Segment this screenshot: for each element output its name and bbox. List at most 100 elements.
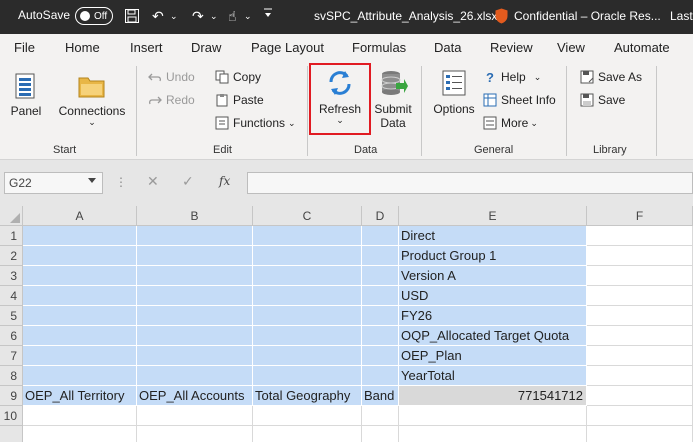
cell[interactable] <box>137 266 253 286</box>
cell[interactable] <box>23 326 137 346</box>
cell[interactable] <box>399 406 587 426</box>
connections-button[interactable]: Connections ⌄ <box>56 72 128 127</box>
save-icon[interactable] <box>124 8 140 27</box>
cell[interactable] <box>587 386 693 406</box>
cell[interactable]: YearTotal <box>399 366 587 386</box>
paste-button[interactable]: Paste <box>215 93 264 107</box>
autosave-toggle[interactable]: Off <box>75 7 113 25</box>
cell[interactable] <box>587 406 693 426</box>
cell[interactable]: Band <box>362 386 399 406</box>
cell[interactable] <box>137 326 253 346</box>
cell[interactable] <box>23 286 137 306</box>
cancel-formula-icon[interactable]: ✕ <box>147 173 159 190</box>
cell[interactable] <box>362 406 399 426</box>
cell[interactable] <box>362 366 399 386</box>
cell[interactable] <box>253 326 362 346</box>
cell[interactable] <box>137 306 253 326</box>
tab-insert[interactable]: Insert <box>130 40 163 55</box>
cell[interactable]: FY26 <box>399 306 587 326</box>
save-button[interactable]: Save <box>580 93 625 107</box>
tab-review[interactable]: Review <box>490 40 533 55</box>
enter-formula-icon[interactable]: ✓ <box>182 173 194 190</box>
sheet-info-button[interactable]: Sheet Info <box>483 93 556 107</box>
cell[interactable] <box>23 346 137 366</box>
undo-icon[interactable]: ↶ <box>152 8 164 24</box>
cell[interactable] <box>362 226 399 246</box>
cell[interactable] <box>362 346 399 366</box>
cell[interactable] <box>587 426 693 442</box>
cell[interactable] <box>362 306 399 326</box>
copy-button[interactable]: Copy <box>215 70 261 84</box>
cell[interactable] <box>23 406 137 426</box>
row-header[interactable]: 5 <box>0 306 23 326</box>
cell[interactable] <box>137 286 253 306</box>
options-button[interactable]: Options <box>430 68 478 116</box>
cell[interactable] <box>23 226 137 246</box>
cell[interactable] <box>253 226 362 246</box>
cell[interactable] <box>253 306 362 326</box>
cell[interactable] <box>587 366 693 386</box>
cell[interactable] <box>362 246 399 266</box>
cell[interactable]: Total Geography <box>253 386 362 406</box>
cell[interactable] <box>23 246 137 266</box>
cell[interactable] <box>253 266 362 286</box>
formula-input[interactable] <box>247 172 693 194</box>
cell[interactable] <box>362 326 399 346</box>
cell[interactable] <box>253 426 362 442</box>
touch-dropdown-icon[interactable]: ⌄ <box>244 8 252 24</box>
row-header[interactable]: 10 <box>0 406 23 426</box>
row-header[interactable]: 7 <box>0 346 23 366</box>
column-header-d[interactable]: D <box>362 206 399 226</box>
cell[interactable] <box>253 286 362 306</box>
tab-draw[interactable]: Draw <box>191 40 221 55</box>
insert-function-icon[interactable]: fx <box>219 174 230 188</box>
row-header[interactable]: 8 <box>0 366 23 386</box>
cell[interactable] <box>587 346 693 366</box>
cell[interactable] <box>253 246 362 266</box>
cell[interactable] <box>23 306 137 326</box>
cell[interactable] <box>137 366 253 386</box>
cell[interactable] <box>23 426 137 442</box>
redo-button[interactable]: Redo <box>148 93 195 107</box>
cell[interactable] <box>253 366 362 386</box>
row-header[interactable]: 1 <box>0 226 23 246</box>
undo-button[interactable]: Undo <box>148 70 195 84</box>
tab-home[interactable]: Home <box>65 40 100 55</box>
cell[interactable] <box>587 246 693 266</box>
more-button[interactable]: More ⌄ <box>483 116 538 130</box>
cell[interactable] <box>137 346 253 366</box>
row-header[interactable]: 3 <box>0 266 23 286</box>
name-box-dropdown-icon[interactable] <box>88 178 96 183</box>
cell[interactable]: Direct <box>399 226 587 246</box>
row-header[interactable] <box>0 426 23 442</box>
cell[interactable] <box>587 326 693 346</box>
select-all-corner[interactable] <box>0 206 23 226</box>
functions-button[interactable]: Functions ⌄ <box>215 116 296 130</box>
tab-formulas[interactable]: Formulas <box>352 40 406 55</box>
cell[interactable]: OEP_All Accounts <box>137 386 253 406</box>
cell[interactable] <box>137 226 253 246</box>
cell[interactable] <box>362 426 399 442</box>
cell[interactable]: 771541712 <box>399 386 587 406</box>
cell[interactable] <box>587 286 693 306</box>
cell[interactable]: Product Group 1 <box>399 246 587 266</box>
tab-page-layout[interactable]: Page Layout <box>251 40 324 55</box>
cell[interactable] <box>362 266 399 286</box>
cell[interactable] <box>137 426 253 442</box>
formula-bar-grip-icon[interactable]: ⋮ <box>115 175 127 189</box>
sensitivity-label[interactable]: Confidential – Oracle Res... <box>514 9 661 23</box>
customize-toolbar-icon[interactable] <box>262 6 274 23</box>
save-as-button[interactable]: Save As <box>580 70 642 84</box>
column-header-c[interactable]: C <box>253 206 362 226</box>
cell[interactable]: OEP_Plan <box>399 346 587 366</box>
column-header-e[interactable]: E <box>399 206 587 226</box>
cell[interactable] <box>587 266 693 286</box>
cell[interactable] <box>137 246 253 266</box>
redo-icon[interactable]: ↷ <box>192 8 204 24</box>
cell[interactable]: OEP_All Territory <box>23 386 137 406</box>
cell[interactable]: Version A <box>399 266 587 286</box>
cell[interactable] <box>23 266 137 286</box>
touch-mode-icon[interactable]: ☝ <box>228 8 237 24</box>
panel-button[interactable]: Panel <box>8 72 44 118</box>
redo-dropdown-icon[interactable]: ⌄ <box>210 8 218 24</box>
